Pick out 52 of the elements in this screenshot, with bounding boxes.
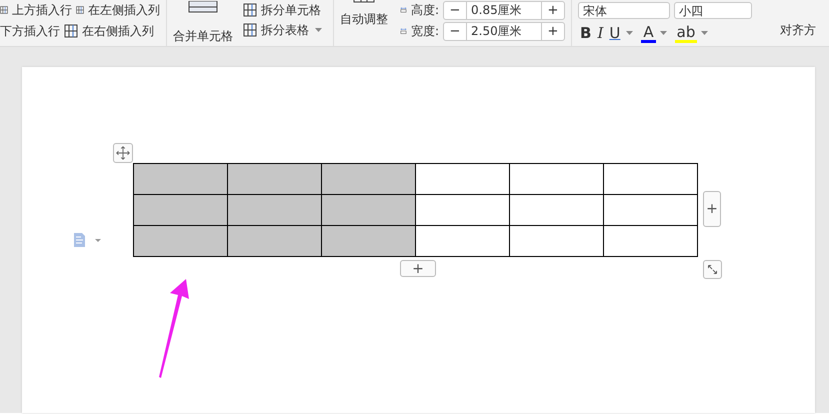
insert-column-icon <box>64 24 78 38</box>
font-name-field[interactable]: 宋体 <box>578 2 670 18</box>
split-table-button[interactable]: 拆分表格 <box>261 22 309 38</box>
autofit-button[interactable]: 自动调整 <box>340 11 388 28</box>
split-cells-button[interactable]: 拆分单元格 <box>261 2 321 18</box>
table-cell[interactable] <box>134 164 228 194</box>
table-cell[interactable] <box>134 194 228 226</box>
split-cells-icon <box>243 3 257 17</box>
insert-column-icon <box>76 3 84 17</box>
insert-below-button[interactable]: 下方插入行 <box>0 22 60 40</box>
table-cell[interactable] <box>604 194 698 226</box>
table-cell[interactable] <box>228 164 322 194</box>
italic-button[interactable]: I <box>595 25 606 41</box>
underline-button[interactable]: U <box>607 25 622 41</box>
table-cell[interactable] <box>416 164 510 194</box>
table-cell[interactable] <box>416 226 510 256</box>
table-cell[interactable] <box>322 226 416 256</box>
merge-cells-button[interactable]: 合并单元格 <box>173 28 233 45</box>
table-cell[interactable] <box>322 164 416 194</box>
table-cell[interactable] <box>510 194 604 226</box>
resize-icon[interactable] <box>703 260 722 279</box>
insert-left-button[interactable]: 在左侧插入列 <box>88 2 160 18</box>
highlight-button[interactable]: ab <box>674 24 698 42</box>
split-table-icon <box>243 23 257 37</box>
caret-icon[interactable] <box>701 31 708 35</box>
table-cell[interactable] <box>510 226 604 256</box>
height-spinner[interactable]: − 0.85厘米 + <box>443 0 565 20</box>
add-row-button[interactable]: + <box>400 260 436 277</box>
table-cell[interactable] <box>228 226 322 256</box>
move-icon[interactable] <box>113 143 133 163</box>
caret-icon[interactable] <box>626 31 634 35</box>
bold-button[interactable]: B <box>578 25 594 41</box>
font-color-button[interactable]: A <box>641 24 656 42</box>
width-spinner[interactable]: − 2.50厘米 + <box>443 22 565 40</box>
table-cell[interactable] <box>228 194 322 226</box>
align-button[interactable]: 对齐方 <box>780 22 816 39</box>
add-column-button[interactable]: + <box>703 191 721 227</box>
insert-right-button[interactable]: 在右侧插入列 <box>82 22 154 40</box>
merge-cells-icon <box>188 1 218 13</box>
width-label: 宽度: <box>410 22 439 40</box>
table-cell[interactable] <box>416 194 510 226</box>
table-cell[interactable] <box>604 164 698 194</box>
font-size-field[interactable]: 小四 <box>674 2 752 18</box>
insert-row-icon <box>0 3 8 17</box>
caret-icon[interactable] <box>660 31 667 35</box>
table-cell[interactable] <box>510 164 604 194</box>
table-cell[interactable] <box>322 194 416 226</box>
table-cell[interactable] <box>604 226 698 256</box>
insert-above-button[interactable]: 上方插入行 <box>12 2 72 18</box>
caret-icon[interactable] <box>315 28 322 32</box>
table-cell[interactable] <box>134 226 228 256</box>
height-label: 高度: <box>410 2 439 18</box>
